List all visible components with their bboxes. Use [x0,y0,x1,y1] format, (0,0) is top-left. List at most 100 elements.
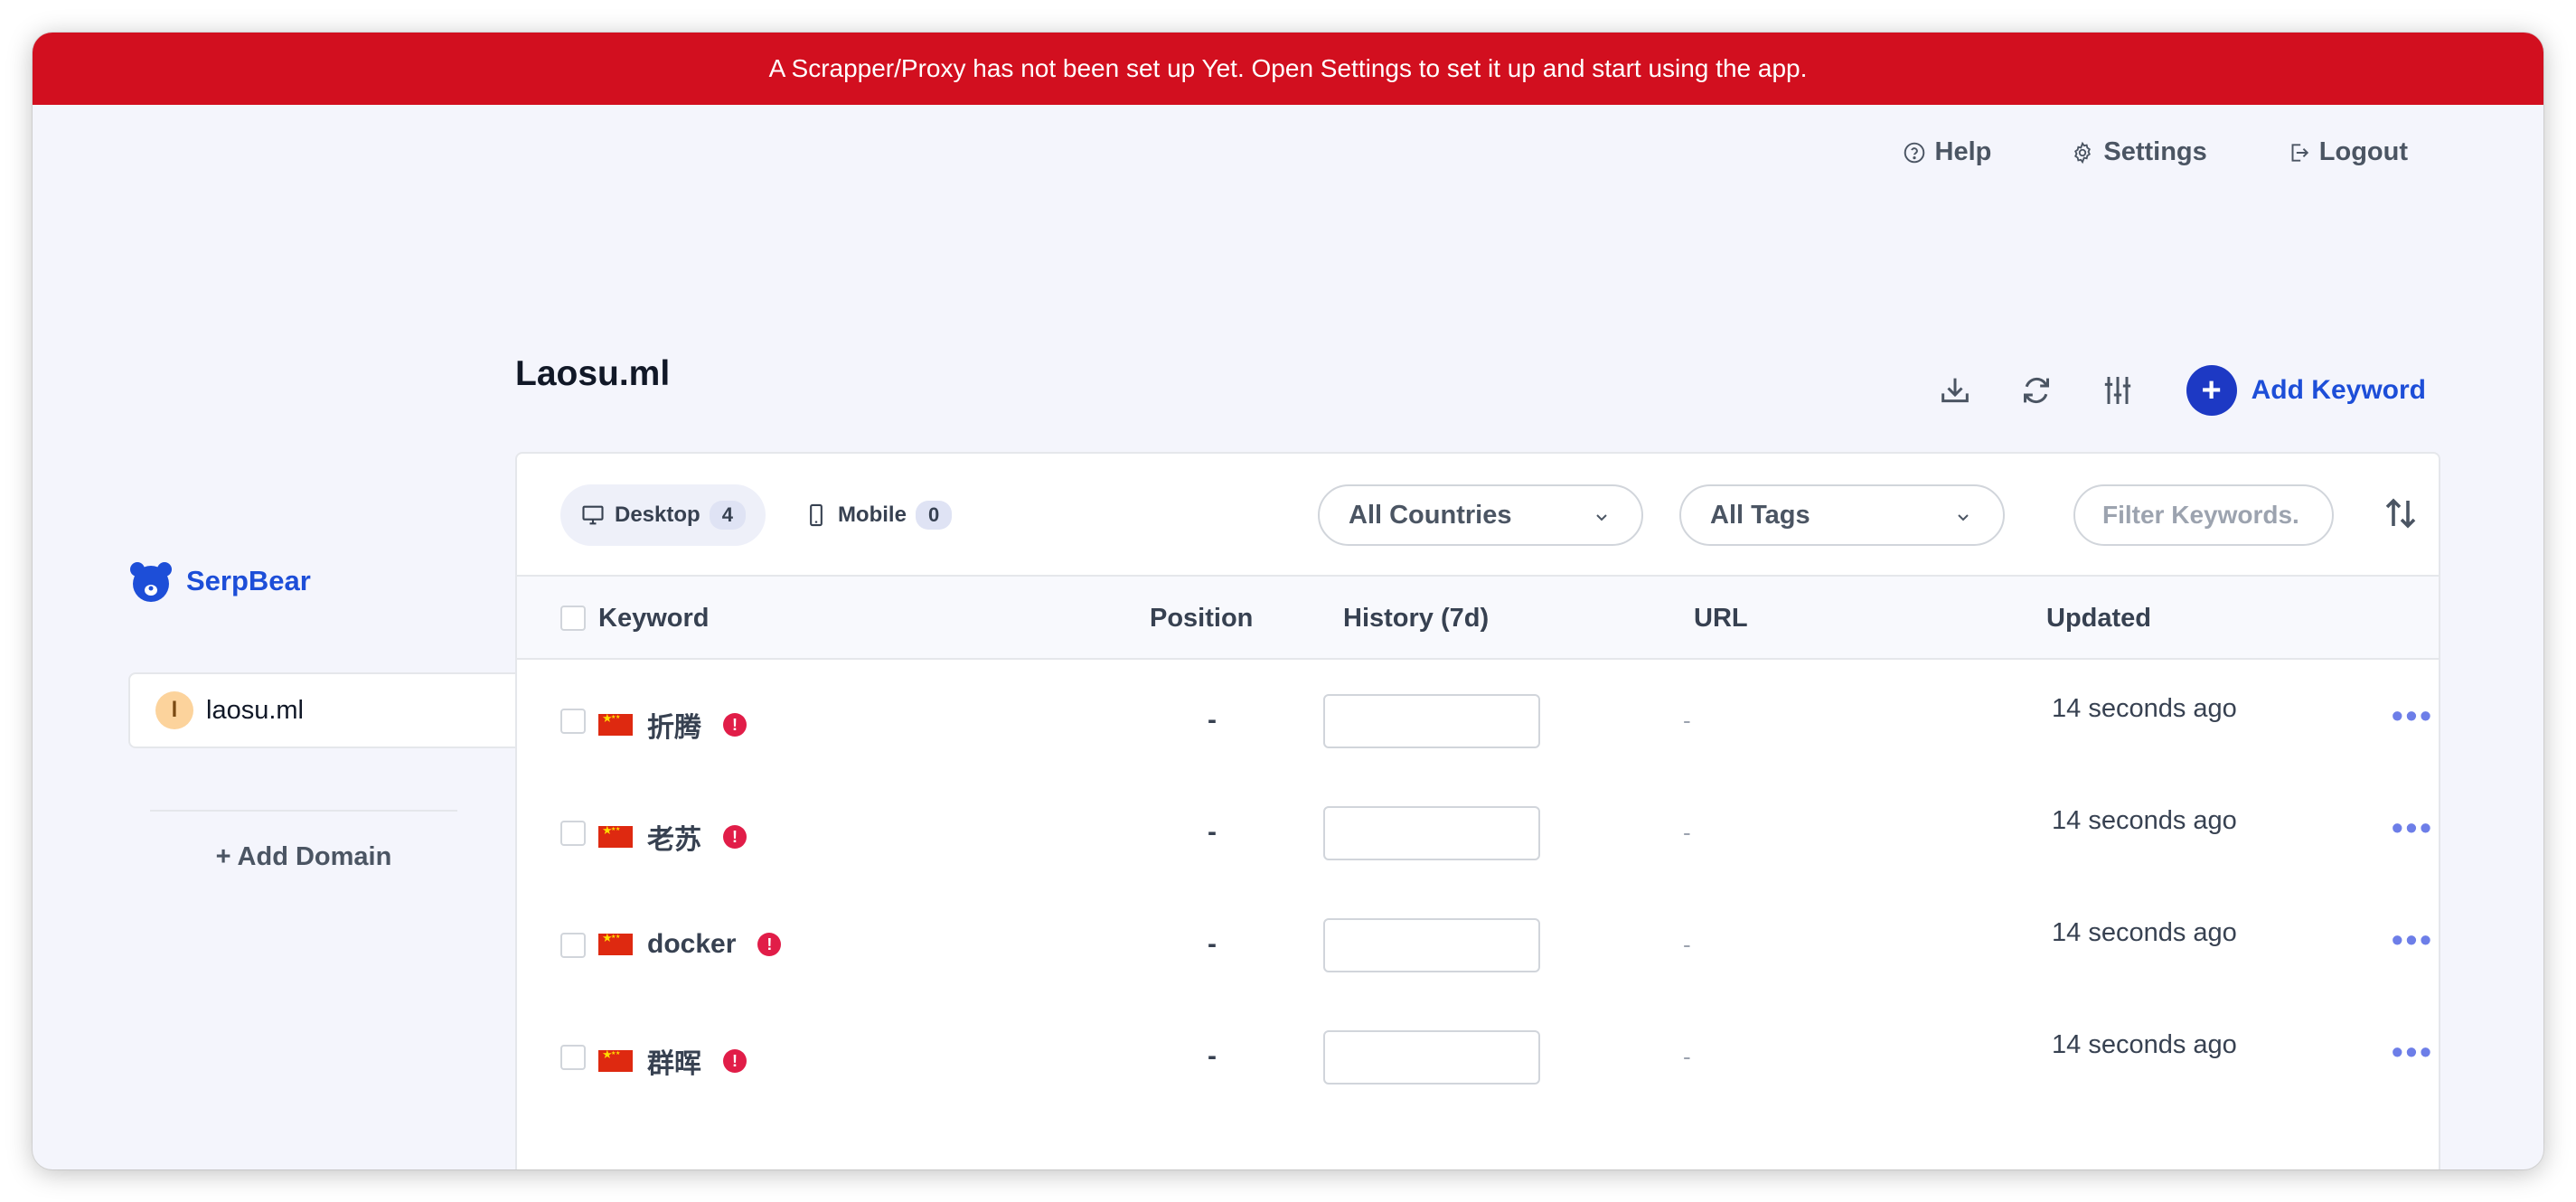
filter-keywords-input[interactable] [2073,484,2334,546]
row-checkbox[interactable] [560,933,586,958]
tab-desktop-count: 4 [709,501,746,530]
table-row[interactable]: 折腾 ! - - 14 seconds ago ••• [517,663,2439,775]
keywords-card: Desktop 4 Mobile 0 All Countries All Tag… [515,452,2440,1169]
mobile-icon [810,503,823,527]
tab-mobile[interactable]: Mobile 0 [784,484,972,546]
keyword-cell: 群晖 ! [598,1041,747,1081]
keyword-text: docker [647,929,737,959]
column-updated: Updated [2046,604,2151,633]
position-value: - [1208,817,1217,847]
url-value: - [1683,707,1691,734]
brand-name: SerpBear [186,565,311,596]
top-navigation: Help Settings Logout [1903,137,2408,167]
keyword-cell: 老苏 ! [598,817,747,857]
brand-logo[interactable]: SerpBear [128,559,311,604]
china-flag-icon [598,932,633,955]
keyword-cell: 折腾 ! [598,705,747,745]
tags-select-value: All Tags [1710,500,1810,530]
table-row[interactable]: docker ! - - 14 seconds ago ••• [517,887,2439,1000]
logout-link[interactable]: Logout [2287,137,2408,167]
tab-desktop-label: Desktop [615,502,700,527]
error-icon[interactable]: ! [723,1049,747,1073]
china-flag-icon [598,712,633,736]
download-icon [1941,378,1969,403]
add-keyword-button[interactable]: + Add Keyword [2186,365,2426,416]
url-value: - [1683,819,1691,846]
updated-value: 14 seconds ago [2052,694,2237,723]
bear-icon [130,562,172,602]
column-position[interactable]: Position [1150,604,1253,634]
sliders-icon [2104,377,2130,404]
url-value: - [1683,931,1691,958]
chevron-down-icon [1596,514,1607,521]
more-options-icon[interactable]: ••• [2392,812,2434,844]
sidebar-divider [150,810,457,812]
country-select[interactable]: All Countries [1318,484,1643,546]
table-row[interactable]: 群晖 ! - - 14 seconds ago ••• [517,1000,2439,1112]
logout-icon [2291,143,2308,162]
keyword-text: 群晖 [647,1049,701,1079]
error-icon[interactable]: ! [723,825,747,849]
column-url: URL [1694,604,1748,633]
position-value: - [1208,929,1217,959]
country-select-value: All Countries [1349,500,1512,530]
column-keyword[interactable]: Keyword [598,604,709,634]
gear-icon [2074,141,2092,164]
updated-value: 14 seconds ago [2052,1030,2237,1059]
banner-text: A Scrapper/Proxy has not been set up Yet… [768,54,1808,82]
keyword-text: 折腾 [647,713,701,743]
more-options-icon[interactable]: ••• [2392,924,2434,956]
updated-value: 14 seconds ago [2052,918,2237,947]
domain-toolbar: + Add Keyword [1935,365,2426,416]
app-window: A Scrapper/Proxy has not been set up Yet… [33,33,2543,1169]
history-chart [1323,694,1540,748]
help-link[interactable]: Help [1903,137,1992,167]
position-value: - [1208,1041,1217,1071]
refresh-icon [2023,377,2049,404]
domain-avatar: l [155,691,193,729]
table-header: Keyword Position History (7d) URL Update… [517,577,2439,660]
row-checkbox[interactable] [560,821,586,846]
keyword-text: 老苏 [647,825,701,855]
export-button[interactable] [1935,371,1975,410]
keywords-filter-bar: Desktop 4 Mobile 0 All Countries All Tag… [517,454,2439,577]
keyword-cell: docker ! [598,929,782,960]
logout-label: Logout [2318,137,2408,166]
help-label: Help [1934,137,1992,166]
tags-select[interactable]: All Tags [1679,484,2005,546]
page-title: Laosu.ml [515,354,671,393]
select-all-checkbox[interactable] [560,606,586,631]
plus-icon: + [2186,365,2237,416]
column-history: History (7d) [1343,604,1490,633]
add-domain-button[interactable]: + Add Domain [128,842,479,872]
row-checkbox[interactable] [560,1045,586,1070]
error-icon[interactable]: ! [757,933,782,956]
more-options-icon[interactable]: ••• [2392,1036,2434,1068]
domain-settings-button[interactable] [2098,371,2138,410]
sidebar-item-laosu-ml[interactable]: l laosu.ml [128,672,517,748]
updated-value: 14 seconds ago [2052,806,2237,835]
domain-label: laosu.ml [206,695,304,725]
tab-desktop[interactable]: Desktop 4 [560,484,766,546]
sort-icon[interactable] [2379,492,2422,535]
device-tabs: Desktop 4 Mobile 0 [560,484,972,546]
settings-link[interactable]: Settings [2071,137,2207,167]
history-chart [1323,806,1540,860]
more-options-icon[interactable]: ••• [2392,700,2434,732]
error-icon[interactable]: ! [723,713,747,737]
history-chart [1323,918,1540,972]
row-checkbox[interactable] [560,709,586,734]
chevron-down-icon [1958,514,1969,521]
refresh-button[interactable] [2017,371,2056,410]
desktop-icon [582,505,604,525]
help-icon [1904,142,1924,163]
history-chart [1323,1030,1540,1085]
tab-mobile-count: 0 [915,501,953,530]
add-keyword-label: Add Keyword [2251,375,2426,405]
position-value: - [1208,705,1217,735]
url-value: - [1683,1043,1691,1070]
table-row[interactable]: 老苏 ! - - 14 seconds ago ••• [517,775,2439,887]
china-flag-icon [598,824,633,848]
settings-label: Settings [2103,137,2207,166]
tab-mobile-label: Mobile [837,502,907,527]
